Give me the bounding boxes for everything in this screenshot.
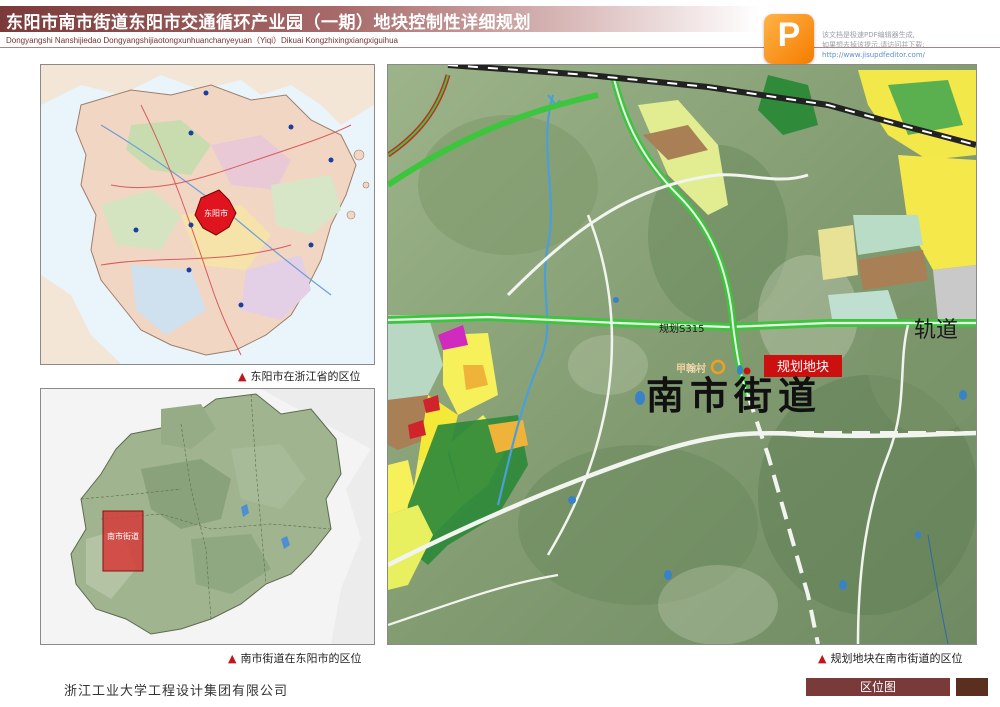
nanshi-label: 南市街道 (107, 531, 139, 541)
city-map-caption: ▲ 南市街道在东阳市的区位 (228, 650, 361, 666)
site-map-caption-text: 规划地块在南市街道的区位 (830, 652, 963, 665)
logo-glyph: P (777, 16, 801, 54)
district-label: 南市街道 (646, 374, 822, 418)
site-map-caption: ▲ 规划地块在南市街道的区位 (818, 650, 962, 666)
road-s315-label: 规划S315 (659, 322, 704, 335)
notice-line-1: 该文档是极速PDF编辑器生成, (822, 31, 915, 39)
triangle-marker-icon: ▲ (818, 652, 827, 665)
company-name: 浙江工业大学工程设计集团有限公司 (64, 684, 289, 699)
pdf-editor-logo[interactable]: P (764, 14, 814, 64)
triangle-marker-icon: ▲ (238, 370, 247, 383)
footer-color-block (956, 678, 988, 696)
rail-label: 轨道 (914, 318, 958, 343)
notice-url-link[interactable]: http://www.jisupdfeditor.com/ (822, 50, 998, 60)
city-map-panel: 南市街道 (40, 388, 375, 645)
watermark-notice: 该文档是极速PDF编辑器生成, 如果想去掉该提示,请访问并下载: http://… (822, 30, 998, 60)
nanshi-highlight (102, 510, 144, 572)
notice-line-2: 如果想去掉该提示,请访问并下载: (822, 41, 925, 49)
site-label: 规划地块 (777, 360, 829, 375)
dongyang-label: 东阳市 (204, 208, 228, 218)
page-title: 东阳市南市街道东阳市交通循环产业园（一期）地块控制性详细规划 (6, 13, 531, 33)
triangle-marker-icon: ▲ (228, 652, 237, 665)
sheet-tag: 区位图 (806, 678, 950, 696)
city-map-caption-text: 南市街道在东阳市的区位 (240, 652, 362, 665)
province-map-panel: 东阳市 (40, 64, 375, 365)
province-map-caption-text: 东阳市在浙江省的区位 (250, 370, 361, 383)
site-map: 规划S315 轨道 甲翰村 规划地块 南市街道 (388, 65, 976, 644)
site-map-panel: 规划S315 轨道 甲翰村 规划地块 南市街道 (387, 64, 977, 645)
city-map: 南市街道 (41, 389, 374, 644)
province-map: 东阳市 (41, 65, 374, 364)
province-map-caption: ▲ 东阳市在浙江省的区位 (238, 368, 360, 384)
page-subtitle: Dongyangshi Nanshijiedao Dongyangshijiao… (6, 36, 398, 45)
